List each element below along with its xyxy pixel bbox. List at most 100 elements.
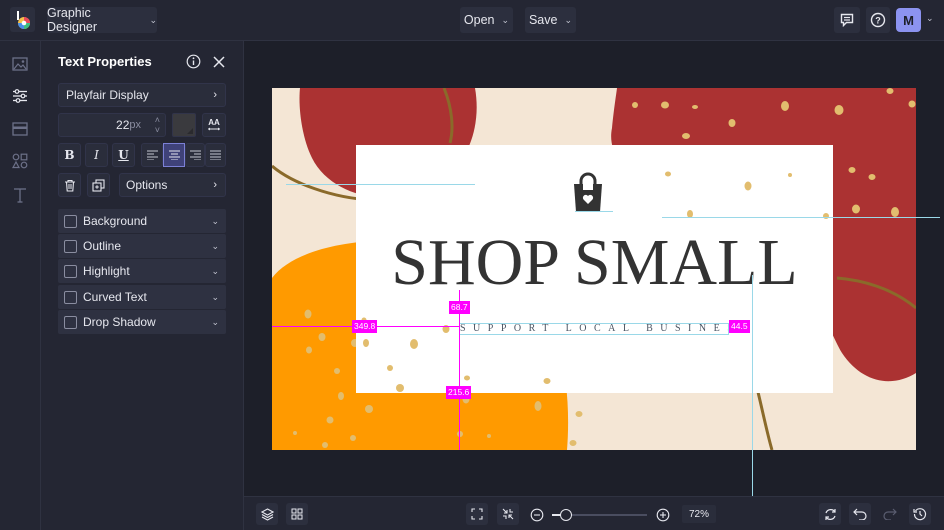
- sliders-icon: [13, 89, 27, 103]
- duplicate-button[interactable]: [87, 173, 110, 197]
- zoom-percent-field[interactable]: 72%: [682, 505, 716, 523]
- panel-title: Text Properties: [58, 54, 152, 69]
- sidebar-item-graphics[interactable]: [8, 149, 32, 173]
- letter-spacing-button[interactable]: AA: [202, 113, 226, 137]
- sidebar-item-image-manager[interactable]: [8, 52, 32, 76]
- account-chevron-icon[interactable]: ⌄: [926, 13, 934, 24]
- actual-size-button[interactable]: [497, 503, 519, 525]
- delete-button[interactable]: [58, 173, 81, 197]
- chevron-down-icon: ⌄: [211, 215, 219, 226]
- user-avatar[interactable]: M: [896, 8, 921, 32]
- accordion-highlight[interactable]: Highlight ⌄: [58, 259, 226, 283]
- align-justify-button[interactable]: [205, 143, 226, 167]
- replace-button[interactable]: [819, 503, 841, 525]
- bold-button[interactable]: B: [58, 143, 81, 167]
- save-label: Save: [528, 13, 558, 27]
- chevron-down-icon: ⌄: [211, 265, 219, 276]
- chevron-down-icon: ⌄: [211, 240, 219, 251]
- measure-left-label: 349.8: [352, 320, 378, 333]
- measure-top-label: 68.7: [449, 301, 470, 314]
- outline-checkbox[interactable]: [64, 239, 77, 253]
- redo-icon: [883, 508, 897, 520]
- drop-shadow-checkbox[interactable]: [64, 315, 77, 329]
- align-center-button[interactable]: [163, 143, 185, 167]
- save-dropdown[interactable]: Save ⌄: [525, 7, 576, 33]
- letter-spacing-icon: AA: [208, 118, 220, 131]
- feedback-button[interactable]: [834, 7, 860, 33]
- info-icon: [186, 54, 201, 69]
- subline-text[interactable]: SUPPORT LOCAL BUSINESS: [459, 323, 729, 335]
- close-icon: [213, 56, 225, 68]
- info-button[interactable]: [186, 54, 201, 74]
- chevron-right-icon: ›: [213, 179, 217, 191]
- accordion-outline[interactable]: Outline ⌄: [58, 234, 226, 258]
- align-left-button[interactable]: [141, 143, 163, 167]
- italic-label: I: [94, 148, 99, 162]
- help-button[interactable]: ?: [866, 7, 890, 33]
- accordion-background[interactable]: Background ⌄: [58, 209, 226, 233]
- sidebar-item-edit[interactable]: [8, 84, 32, 108]
- curved-text-checkbox[interactable]: [64, 290, 77, 304]
- text-color-swatch[interactable]: [172, 113, 196, 137]
- undo-button[interactable]: [849, 503, 871, 525]
- design-canvas[interactable]: SHOP SMALL SUPPORT LOCAL BUSINESS: [272, 88, 916, 450]
- avatar-initial: M: [903, 12, 914, 28]
- open-dropdown[interactable]: Open ⌄: [460, 7, 513, 33]
- font-size-input[interactable]: 22 px ˄ ˅: [58, 113, 166, 137]
- underline-button[interactable]: U: [112, 143, 135, 167]
- fit-to-screen-button[interactable]: [466, 503, 488, 525]
- headline-text[interactable]: SHOP SMALL: [356, 228, 833, 298]
- app-logo-button[interactable]: [10, 7, 35, 32]
- options-button[interactable]: Options ›: [119, 173, 226, 197]
- font-size-unit: px: [129, 119, 141, 131]
- zoom-out-button[interactable]: [530, 508, 544, 527]
- bold-label: B: [64, 148, 75, 162]
- refresh-icon: [824, 508, 836, 520]
- chevron-down-icon: ⌄: [564, 14, 573, 25]
- sidebar-item-text[interactable]: [8, 183, 32, 207]
- zoom-slider-thumb[interactable]: [559, 509, 572, 521]
- close-panel-button[interactable]: [213, 55, 225, 73]
- italic-button[interactable]: I: [85, 143, 108, 167]
- befunky-logo-icon: [16, 10, 30, 29]
- font-size-stepper[interactable]: ˄ ˅: [155, 115, 160, 135]
- sidebar-item-layouts[interactable]: [8, 117, 32, 141]
- layers-button[interactable]: [256, 503, 278, 525]
- text-properties-panel: Text Properties Playfair Display › 22 px…: [41, 41, 244, 530]
- grid-button[interactable]: [286, 503, 308, 525]
- font-family-select[interactable]: Playfair Display ›: [58, 83, 226, 107]
- snap-guide: [286, 184, 475, 185]
- chevron-down-icon: ⌄: [501, 14, 510, 25]
- accordion-drop-shadow[interactable]: Drop Shadow ⌄: [58, 310, 226, 334]
- font-size-value: 22: [116, 118, 130, 132]
- chevron-down-icon: ⌄: [149, 14, 157, 25]
- svg-text:?: ?: [875, 16, 881, 26]
- accordion-curved-text[interactable]: Curved Text ⌄: [58, 285, 226, 309]
- undo-icon: [853, 508, 867, 520]
- history-button[interactable]: [909, 503, 931, 525]
- shrink-icon: [502, 508, 514, 520]
- redo-button[interactable]: [879, 503, 901, 525]
- comment-icon: [840, 13, 854, 27]
- tool-sidebar: [0, 41, 41, 530]
- zoom-slider-track[interactable]: [552, 509, 647, 521]
- zoom-in-button[interactable]: [656, 508, 670, 527]
- highlight-checkbox[interactable]: [64, 264, 77, 278]
- mode-label: Graphic Designer: [47, 6, 98, 34]
- help-icon: ?: [870, 12, 886, 28]
- open-label: Open: [463, 13, 495, 27]
- snap-guide: [575, 211, 613, 212]
- history-icon: [913, 508, 927, 521]
- options-label: Options: [126, 178, 168, 192]
- accordion-label: Curved Text: [83, 290, 147, 304]
- accordion-label: Highlight: [83, 264, 130, 278]
- mode-dropdown[interactable]: Graphic Designer ⌄: [47, 6, 157, 34]
- trash-icon: [64, 179, 75, 192]
- snap-guide: [662, 217, 940, 218]
- background-checkbox[interactable]: [64, 214, 77, 228]
- layers-icon: [260, 507, 274, 521]
- zoom-out-icon: [530, 508, 544, 522]
- zoom-in-icon: [656, 508, 670, 522]
- align-right-button[interactable]: [185, 143, 205, 167]
- snap-guide: [752, 275, 753, 496]
